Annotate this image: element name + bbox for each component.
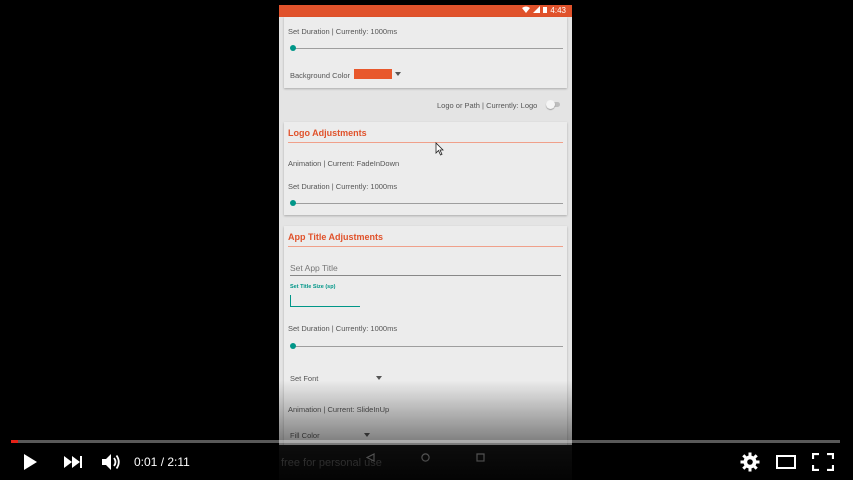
logo-adjustments-title: Logo Adjustments <box>288 128 367 138</box>
app-title-duration-slider-thumb[interactable] <box>290 343 296 349</box>
video-player[interactable]: 4:43 Set Duration | Currently: 1000ms Ba… <box>0 0 853 480</box>
fill-color-label: Fill Color <box>290 431 320 440</box>
font-dropdown[interactable]: Set Font <box>290 372 385 384</box>
skip-next-icon <box>64 456 82 468</box>
chevron-down-icon[interactable] <box>395 72 401 76</box>
phone-screen: 4:43 Set Duration | Currently: 1000ms Ba… <box>279 5 572 480</box>
background-color-swatch[interactable] <box>354 69 392 79</box>
app-title-duration-label: Set Duration | Currently: 1000ms <box>288 324 398 333</box>
volume-button[interactable] <box>101 453 121 471</box>
animation-card: Set Duration | Currently: 1000ms Backgro… <box>284 17 567 88</box>
play-icon <box>24 454 37 470</box>
theater-mode-button[interactable] <box>776 454 796 470</box>
mouse-cursor-icon <box>435 142 444 161</box>
input-underline <box>290 306 360 307</box>
wifi-icon <box>522 6 531 15</box>
play-button[interactable] <box>22 453 38 471</box>
next-button[interactable] <box>63 455 83 469</box>
player-controls: 0:01 / 2:11 <box>0 448 853 476</box>
fullscreen-icon <box>812 453 834 471</box>
title-size-label: Set Title Size (sp) <box>290 284 336 290</box>
fullscreen-button[interactable] <box>812 453 834 471</box>
text-cursor <box>290 295 291 306</box>
duration-label: Set Duration | Currently: 1000ms <box>288 27 398 36</box>
logo-or-path-label: Logo or Path | Currently: Logo <box>437 101 538 110</box>
settings-button[interactable] <box>740 452 760 472</box>
app-title-input-placeholder: Set App Title <box>290 263 338 273</box>
background-color-label: Background Color <box>290 71 351 80</box>
status-bar: 4:43 <box>279 5 572 17</box>
battery-icon <box>543 6 548 15</box>
logo-duration-label: Set Duration | Currently: 1000ms <box>288 182 398 191</box>
app-title-adjustments-title: App Title Adjustments <box>288 232 384 242</box>
logo-adjustments-card: Logo Adjustments Animation | Current: Fa… <box>284 122 567 215</box>
volume-icon <box>102 454 120 470</box>
chevron-down-icon <box>376 376 382 380</box>
progress-bar-played <box>11 440 18 443</box>
app-title-animation-label[interactable]: Animation | Current: SlideInUp <box>288 405 389 414</box>
logo-duration-slider-track[interactable] <box>293 203 563 204</box>
app-title-input[interactable]: Set App Title <box>290 262 561 276</box>
signal-icon <box>533 6 541 15</box>
time-display: 0:01 / 2:11 <box>134 455 190 469</box>
progress-bar[interactable] <box>11 440 840 443</box>
section-divider <box>288 246 563 247</box>
title-size-input[interactable] <box>290 294 360 308</box>
gear-icon <box>740 452 760 472</box>
logo-duration-slider-thumb[interactable] <box>290 200 296 206</box>
chevron-down-icon <box>364 433 370 437</box>
duration-slider-track[interactable] <box>293 48 563 49</box>
status-time: 4:43 <box>550 6 566 15</box>
font-dropdown-label: Set Font <box>290 374 319 383</box>
logo-animation-label[interactable]: Animation | Current: FadeInDown <box>288 159 399 168</box>
theater-mode-icon <box>776 455 796 469</box>
app-title-duration-slider-track[interactable] <box>293 346 563 347</box>
section-divider <box>288 142 563 143</box>
app-title-adjustments-card: App Title Adjustments Set App Title Set … <box>284 226 567 450</box>
duration-slider-thumb[interactable] <box>290 45 296 51</box>
input-underline <box>290 275 561 276</box>
logo-or-path-toggle-thumb[interactable] <box>546 100 555 109</box>
